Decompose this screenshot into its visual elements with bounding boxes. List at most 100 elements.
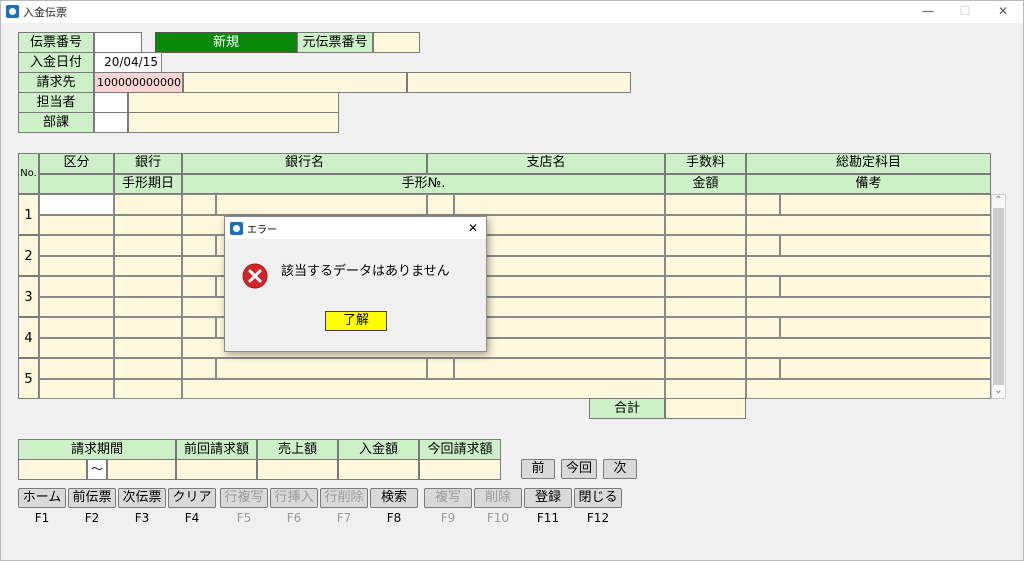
delete-button[interactable]: 削除 bbox=[474, 488, 522, 508]
orig-denpyo-input[interactable] bbox=[373, 32, 420, 53]
row-copy-button[interactable]: 行複写 bbox=[220, 488, 268, 508]
branch-code-cell[interactable] bbox=[427, 358, 454, 379]
fee-cell[interactable] bbox=[665, 358, 746, 379]
bankname-cell[interactable] bbox=[216, 358, 427, 379]
remarks-cell[interactable] bbox=[746, 215, 991, 235]
kubun-sub-cell[interactable] bbox=[39, 379, 114, 399]
amount-cell[interactable] bbox=[665, 338, 746, 358]
bankname-code-cell[interactable] bbox=[182, 276, 216, 297]
kubun-cell[interactable] bbox=[39, 235, 114, 256]
amount-cell[interactable] bbox=[665, 256, 746, 276]
kubun-cell[interactable] bbox=[39, 358, 114, 379]
remarks-cell[interactable] bbox=[746, 256, 991, 276]
search-button[interactable]: 検索 bbox=[370, 488, 418, 508]
denpyo-no-input[interactable] bbox=[94, 32, 142, 53]
fkey-label: F8 bbox=[386, 511, 402, 525]
account-code-cell[interactable] bbox=[746, 235, 780, 256]
dept-name-field[interactable] bbox=[128, 112, 339, 133]
billto-name2-field[interactable] bbox=[407, 72, 631, 93]
row-insert-button[interactable]: 行挿入 bbox=[270, 488, 318, 508]
account-code-cell[interactable] bbox=[746, 358, 780, 379]
duedate-cell[interactable] bbox=[114, 215, 182, 235]
account-code-cell[interactable] bbox=[746, 317, 780, 338]
fkey-label: F2 bbox=[84, 511, 100, 525]
scroll-down-arrow[interactable]: ⌄ bbox=[991, 385, 1006, 399]
branch-code-cell[interactable] bbox=[427, 194, 454, 215]
kubun-cell[interactable] bbox=[39, 317, 114, 338]
fkey-label: F12 bbox=[586, 511, 610, 525]
duedate-cell[interactable] bbox=[114, 256, 182, 276]
billto-code-input[interactable]: 100000000000 bbox=[94, 72, 183, 93]
account-cell[interactable] bbox=[780, 235, 991, 256]
register-button[interactable]: 登録 bbox=[524, 488, 572, 508]
maximize-button[interactable]: ☐ bbox=[951, 2, 979, 20]
amount-cell[interactable] bbox=[665, 215, 746, 235]
amount-cell[interactable] bbox=[665, 297, 746, 317]
note-no-cell[interactable] bbox=[182, 379, 665, 399]
remarks-cell[interactable] bbox=[746, 338, 991, 358]
scroll-thumb[interactable] bbox=[993, 208, 1004, 385]
amount-cell[interactable] bbox=[665, 379, 746, 399]
account-cell[interactable] bbox=[780, 194, 991, 215]
ok-button[interactable]: 了解 bbox=[325, 311, 387, 331]
prev-slip-button[interactable]: 前伝票 bbox=[68, 488, 116, 508]
bankname-code-cell[interactable] bbox=[182, 194, 216, 215]
home-button[interactable]: ホーム bbox=[18, 488, 66, 508]
duedate-cell[interactable] bbox=[114, 338, 182, 358]
next-slip-button[interactable]: 次伝票 bbox=[118, 488, 166, 508]
kubun-sub-cell[interactable] bbox=[39, 215, 114, 235]
dialog-close-button[interactable]: ✕ bbox=[463, 219, 483, 237]
account-cell[interactable] bbox=[780, 276, 991, 297]
fee-cell[interactable] bbox=[665, 235, 746, 256]
scroll-up-arrow[interactable]: ⌃ bbox=[991, 194, 1006, 208]
clear-button[interactable]: クリア bbox=[168, 488, 216, 508]
minimize-button[interactable]: — bbox=[914, 2, 942, 20]
prev-bill-field bbox=[176, 459, 257, 480]
bank-cell[interactable] bbox=[114, 358, 182, 379]
duedate-cell[interactable] bbox=[114, 297, 182, 317]
remarks-cell[interactable] bbox=[746, 297, 991, 317]
staff-code-input[interactable] bbox=[94, 92, 128, 113]
bank-cell[interactable] bbox=[114, 235, 182, 256]
fee-cell[interactable] bbox=[665, 194, 746, 215]
bank-cell[interactable] bbox=[114, 317, 182, 338]
current-button[interactable]: 今回 bbox=[561, 459, 597, 479]
dept-code-input[interactable] bbox=[94, 112, 128, 133]
branch-cell[interactable] bbox=[454, 358, 665, 379]
date-input[interactable]: 20/04/15 bbox=[94, 52, 162, 73]
fkey-label: F7 bbox=[336, 511, 352, 525]
period-end-field[interactable] bbox=[107, 459, 176, 480]
grid-no-header: No. bbox=[18, 153, 39, 194]
staff-name-field[interactable] bbox=[128, 92, 339, 113]
kubun-sub-cell[interactable] bbox=[39, 297, 114, 317]
col-duedate-header: 手形期日 bbox=[114, 174, 182, 194]
kubun-sub-cell[interactable] bbox=[39, 256, 114, 276]
period-start-field[interactable] bbox=[18, 459, 87, 480]
bankname-cell[interactable] bbox=[216, 194, 427, 215]
kubun-cell[interactable] bbox=[39, 194, 114, 215]
fee-cell[interactable] bbox=[665, 317, 746, 338]
next-button[interactable]: 次 bbox=[603, 459, 637, 479]
kubun-cell[interactable] bbox=[39, 276, 114, 297]
branch-cell[interactable] bbox=[454, 194, 665, 215]
fee-cell[interactable] bbox=[665, 276, 746, 297]
bankname-code-cell[interactable] bbox=[182, 235, 216, 256]
account-code-cell[interactable] bbox=[746, 194, 780, 215]
close-form-button[interactable]: 閉じる bbox=[574, 488, 622, 508]
account-code-cell[interactable] bbox=[746, 276, 780, 297]
close-window-button[interactable]: ✕ bbox=[989, 2, 1017, 20]
bankname-code-cell[interactable] bbox=[182, 358, 216, 379]
bank-cell[interactable] bbox=[114, 194, 182, 215]
row-delete-button[interactable]: 行削除 bbox=[320, 488, 368, 508]
remarks-cell[interactable] bbox=[746, 379, 991, 399]
bank-cell[interactable] bbox=[114, 276, 182, 297]
duedate-cell[interactable] bbox=[114, 379, 182, 399]
copy-button[interactable]: 複写 bbox=[424, 488, 472, 508]
bankname-code-cell[interactable] bbox=[182, 317, 216, 338]
kubun-sub-cell[interactable] bbox=[39, 338, 114, 358]
fkey-label: F9 bbox=[440, 511, 456, 525]
account-cell[interactable] bbox=[780, 358, 991, 379]
billto-name-field[interactable] bbox=[183, 72, 407, 93]
account-cell[interactable] bbox=[780, 317, 991, 338]
prev-button[interactable]: 前 bbox=[521, 459, 555, 479]
